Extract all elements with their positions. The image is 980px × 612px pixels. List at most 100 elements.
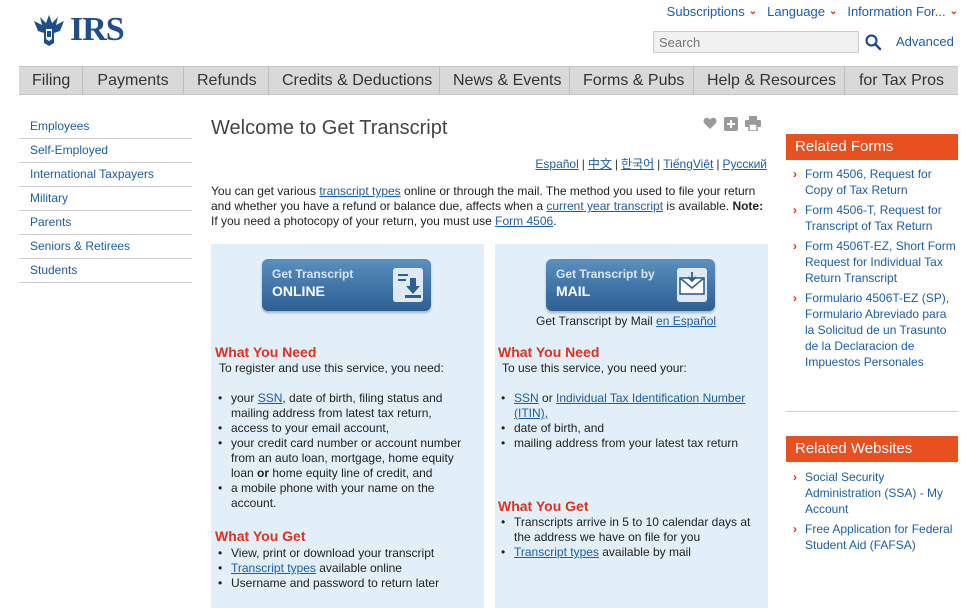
intro-text: You can get various <box>211 184 320 198</box>
mail-need-heading: What You Need <box>498 344 600 360</box>
nav-payments[interactable]: Payments <box>83 67 184 95</box>
chevron-down-icon: ⌄ <box>748 6 758 17</box>
chevron-down-icon: ⌄ <box>949 6 958 17</box>
related-website-link-ssa[interactable]: › Social Security Administration (SSA) - … <box>786 469 958 517</box>
get-transcript-online-button[interactable]: Get Transcript ONLINE <box>262 259 431 311</box>
related-forms-heading: Related Forms <box>786 134 958 160</box>
nav-filing[interactable]: Filing <box>19 67 83 95</box>
advanced-search-link[interactable]: Advanced <box>896 34 954 49</box>
mail-subtitle-text: Get Transcript by Mail <box>536 314 657 328</box>
online-panel: Get Transcript ONLINE What You Need To r… <box>211 244 484 608</box>
language-menu[interactable]: Language ⌄ <box>767 4 837 19</box>
mail-get-list: Transcripts arrive in 5 to 10 calendar d… <box>498 515 762 560</box>
list-item: Transcript types available online <box>215 561 477 576</box>
mail-subtitle: Get Transcript by Mail en Español <box>536 314 716 328</box>
information-for-menu[interactable]: Information For... ⌄ <box>847 4 958 19</box>
lang-link-korean[interactable]: 한국어 <box>621 157 654 171</box>
nav-help-resources[interactable]: Help & Resources <box>694 67 845 95</box>
list-item: Username and password to return later <box>215 576 477 591</box>
intro-text: . <box>553 214 557 228</box>
related-form-label: Formulario 4506T-EZ (SP), Formulario Abr… <box>805 291 950 369</box>
eagle-icon <box>34 15 64 46</box>
sidebar-item-seniors-retirees[interactable]: Seniors & Retirees <box>19 235 192 259</box>
chevron-right-icon: › <box>793 291 797 305</box>
intro-paragraph: You can get various transcript types onl… <box>211 184 769 229</box>
transcript-types-link[interactable]: Transcript types <box>231 561 316 575</box>
chevron-right-icon: › <box>793 167 797 181</box>
mail-need-list: SSN or Individual Tax Identification Num… <box>498 391 762 451</box>
ssn-link[interactable]: SSN <box>514 391 539 405</box>
list-bold: or <box>257 466 270 480</box>
ssn-link[interactable]: SSN <box>258 391 283 405</box>
nav-tax-pros[interactable]: for Tax Pros <box>845 67 958 95</box>
get-transcript-mail-button[interactable]: Get Transcript by MAIL <box>546 259 715 311</box>
nav-credits-deductions[interactable]: Credits & Deductions <box>269 67 440 95</box>
sidebar-item-military[interactable]: Military <box>19 187 192 211</box>
chevron-right-icon: › <box>793 470 797 484</box>
information-for-label: Information For... <box>847 4 946 19</box>
transcript-types-link[interactable]: transcript types <box>319 184 400 198</box>
lang-link-russian[interactable]: Русский <box>722 157 767 171</box>
related-form-link-4506t[interactable]: › Form 4506-T, Request for Transcript of … <box>786 202 958 234</box>
sidebar-item-international-taxpayers[interactable]: International Taxpayers <box>19 163 192 187</box>
envelope-icon <box>677 268 707 302</box>
transcript-types-link[interactable]: Transcript types <box>514 545 599 559</box>
plus-icon[interactable] <box>724 116 738 131</box>
subscriptions-menu[interactable]: Subscriptions ⌄ <box>667 4 757 19</box>
lang-link-chinese[interactable]: 中文 <box>588 157 612 171</box>
download-document-icon <box>393 268 423 302</box>
separator: | <box>716 157 720 171</box>
search-input[interactable] <box>653 31 859 53</box>
sidebar-item-students[interactable]: Students <box>19 259 192 283</box>
list-item: date of birth, and <box>498 421 762 436</box>
en-espanol-link[interactable]: en Español <box>656 314 716 328</box>
page-title: Welcome to Get Transcript <box>211 117 448 139</box>
note-label: Note: <box>732 199 764 213</box>
chevron-right-icon: › <box>793 522 797 536</box>
print-icon[interactable] <box>745 116 761 131</box>
language-links: Español | 中文 | 한국어 | TiếngViệt | Русский <box>535 155 767 172</box>
related-websites-list: › Social Security Administration (SSA) - … <box>786 469 958 579</box>
related-form-link-4506[interactable]: › Form 4506, Request for Copy of Tax Retu… <box>786 166 958 198</box>
related-website-link-fafsa[interactable]: › Free Application for Federal Student Ai… <box>786 521 958 553</box>
nav-forms-pubs[interactable]: Forms & Pubs <box>570 67 694 95</box>
online-get-heading: What You Get <box>215 528 306 544</box>
current-year-transcript-link[interactable]: current year transcript <box>546 199 663 213</box>
related-form-link-4506t-ez[interactable]: › Form 4506T-EZ, Short Form Request for I… <box>786 238 958 286</box>
separator: | <box>614 157 619 171</box>
sidebar-item-parents[interactable]: Parents <box>19 211 192 235</box>
chevron-down-icon: ⌄ <box>828 6 838 17</box>
list-item: Transcript types available by mail <box>498 545 762 560</box>
list-item: Transcripts arrive in 5 to 10 calendar d… <box>498 515 762 545</box>
sidebar-item-self-employed[interactable]: Self-Employed <box>19 139 192 163</box>
list-text: your <box>231 391 258 405</box>
list-item: your credit card number or account numbe… <box>215 436 477 481</box>
online-get-list: View, print or download your transcript … <box>215 546 477 591</box>
separator: | <box>657 157 661 171</box>
mail-panel: Get Transcript by MAIL Get Transcript by… <box>495 244 768 608</box>
main-nav: Filing Payments Refunds Credits & Deduct… <box>19 66 958 95</box>
irs-logo[interactable]: IRS <box>32 10 125 50</box>
chevron-right-icon: › <box>793 203 797 217</box>
form-4506-link[interactable]: Form 4506 <box>495 214 553 228</box>
chevron-right-icon: › <box>793 239 797 253</box>
nav-news-events[interactable]: News & Events <box>440 67 570 95</box>
list-item: a mobile phone with your name on the acc… <box>215 481 477 511</box>
heart-icon[interactable] <box>703 117 717 130</box>
list-item: mailing address from your latest tax ret… <box>498 436 762 451</box>
lang-link-espanol[interactable]: Español <box>535 157 578 171</box>
search-icon[interactable] <box>864 31 882 53</box>
related-form-label: Form 4506, Request for Copy of Tax Retur… <box>805 167 932 197</box>
sidebar: Employees Self-Employed International Ta… <box>19 115 192 283</box>
list-item: View, print or download your transcript <box>215 546 477 561</box>
lang-link-vietnamese[interactable]: TiếngViệt <box>663 157 713 171</box>
related-website-label: Social Security Administration (SSA) - M… <box>805 470 944 516</box>
sidebar-item-employees[interactable]: Employees <box>19 115 192 139</box>
utility-links: Subscriptions ⌄ Language ⌄ Information For… <box>667 4 958 19</box>
list-text: available by mail <box>598 545 691 559</box>
related-website-label: Free Application for Federal Student Aid… <box>805 522 953 552</box>
intro-text: If you need a photocopy of your return, … <box>211 214 496 228</box>
related-form-link-4506t-ez-sp[interactable]: › Formulario 4506T-EZ (SP), Formulario Ab… <box>786 290 958 370</box>
nav-refunds[interactable]: Refunds <box>184 67 269 95</box>
mail-get-heading: What You Get <box>498 498 589 514</box>
